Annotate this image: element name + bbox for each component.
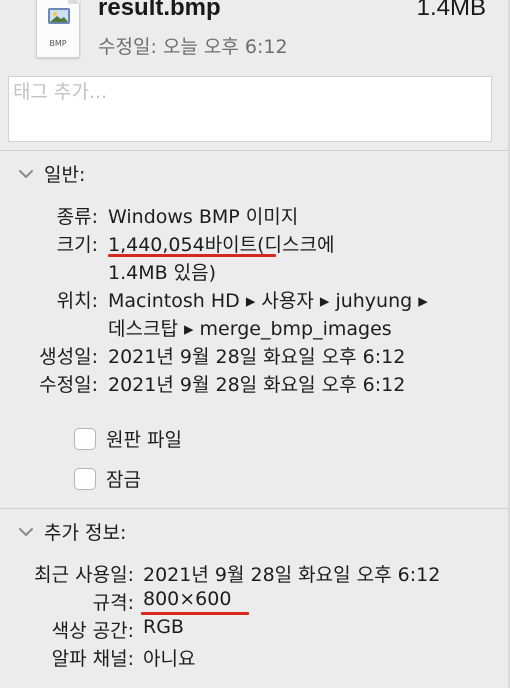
size-value-line2: 1.4MB 있음) — [108, 262, 217, 284]
last-opened-value: 2021년 9월 28일 화요일 오후 6:12 — [143, 564, 441, 586]
dimensions-highlight-underline — [141, 612, 249, 615]
size-label: 크기: — [56, 234, 98, 256]
locked-label: 잠금 — [106, 469, 141, 491]
stationery-pad-checkbox[interactable] — [74, 427, 96, 450]
tags-input[interactable] — [9, 77, 491, 107]
dimensions-label: 규격: — [92, 592, 134, 614]
created-value: 2021년 9월 28일 화요일 오후 6:12 — [108, 346, 406, 368]
stationery-pad-label: 원판 파일 — [106, 429, 182, 451]
section-divider — [0, 508, 510, 509]
modified-value: 2021년 9월 28일 화요일 오후 6:12 — [108, 374, 406, 396]
where-value-line1[interactable]: Macintosh HD ▸ 사용자 ▸ juhyung ▸ — [108, 286, 428, 313]
file-header: BMP result.bmp 1.4MB 수정일: 오늘 오후 6:12 — [0, 0, 510, 70]
section-divider — [0, 150, 510, 151]
file-name: result.bmp — [98, 0, 221, 21]
alpha-channel-value: 아니요 — [143, 648, 196, 670]
general-section-toggle[interactable]: 일반: — [18, 160, 85, 187]
kind-label: 종류: — [56, 206, 98, 228]
locked-checkbox[interactable] — [74, 467, 96, 490]
where-label: 위치: — [56, 290, 98, 312]
chevron-down-icon — [19, 169, 33, 178]
modified-label: 수정일: — [39, 374, 98, 396]
alpha-channel-label: 알파 채널: — [51, 648, 134, 670]
stationery-pad-option[interactable]: 원판 파일 — [74, 425, 182, 452]
last-opened-label: 최근 사용일: — [34, 564, 134, 586]
chevron-down-icon — [19, 527, 33, 536]
general-section-title: 일반: — [44, 164, 86, 186]
created-label: 생성일: — [39, 346, 98, 368]
where-value-line2[interactable]: 데스크탑 ▸ merge_bmp_images — [108, 314, 392, 341]
file-extension-label: BMP — [49, 39, 67, 48]
page-fold-icon — [68, 0, 80, 4]
locked-option[interactable]: 잠금 — [74, 465, 141, 492]
dimensions-value: 800×600 — [143, 588, 232, 610]
more-info-section-title: 추가 정보: — [44, 522, 127, 544]
color-space-label: 색상 공간: — [51, 620, 134, 642]
file-size: 1.4MB — [416, 0, 486, 21]
modified-summary: 수정일: 오늘 오후 6:12 — [98, 36, 288, 58]
color-space-value: RGB — [143, 616, 184, 638]
tags-field[interactable] — [8, 76, 492, 142]
size-highlight-underline — [108, 254, 276, 257]
preview-icon — [48, 8, 70, 24]
size-value-line1: 1,440,054바이트(디스크에 — [108, 234, 335, 256]
more-info-section-toggle[interactable]: 추가 정보: — [18, 518, 126, 545]
kind-value: Windows BMP 이미지 — [108, 206, 299, 228]
bmp-file-icon: BMP — [36, 0, 80, 58]
